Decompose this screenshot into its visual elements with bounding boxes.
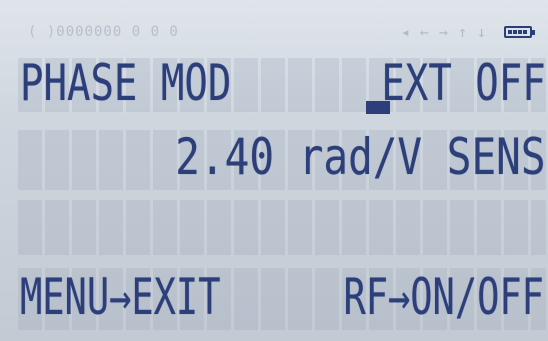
edit-cursor (366, 101, 390, 114)
up-arrow-icon: ↑ (457, 23, 467, 41)
battery-icon (504, 26, 535, 38)
right-arrow-icon: → (438, 23, 448, 41)
menu-exit-hint: MENU→EXIT (20, 268, 221, 326)
mode-label: PHASE MOD (20, 54, 232, 112)
lcd-screen: ( )0000000 0 0 0 ◂ ← → ↑ ↓ PHASE MOD EXT… (0, 0, 548, 341)
left-triangle-icon: ◂ (400, 23, 410, 41)
sensitivity-value: 2.40 rad/V SENS (175, 128, 546, 186)
status-bar: ( )0000000 0 0 0 ◂ ← → ↑ ↓ (28, 18, 535, 46)
source-state-label: EXT OFF (381, 54, 546, 112)
rf-toggle-hint: RF→ON/OFF (343, 268, 544, 326)
status-indicators: ( )0000000 0 0 0 (28, 24, 179, 40)
left-arrow-icon: ← (419, 23, 429, 41)
down-arrow-icon: ↓ (476, 23, 486, 41)
battery-level (508, 30, 528, 34)
char-row-3-background (18, 200, 546, 255)
arrow-indicators: ◂ ← → ↑ ↓ (401, 23, 486, 41)
